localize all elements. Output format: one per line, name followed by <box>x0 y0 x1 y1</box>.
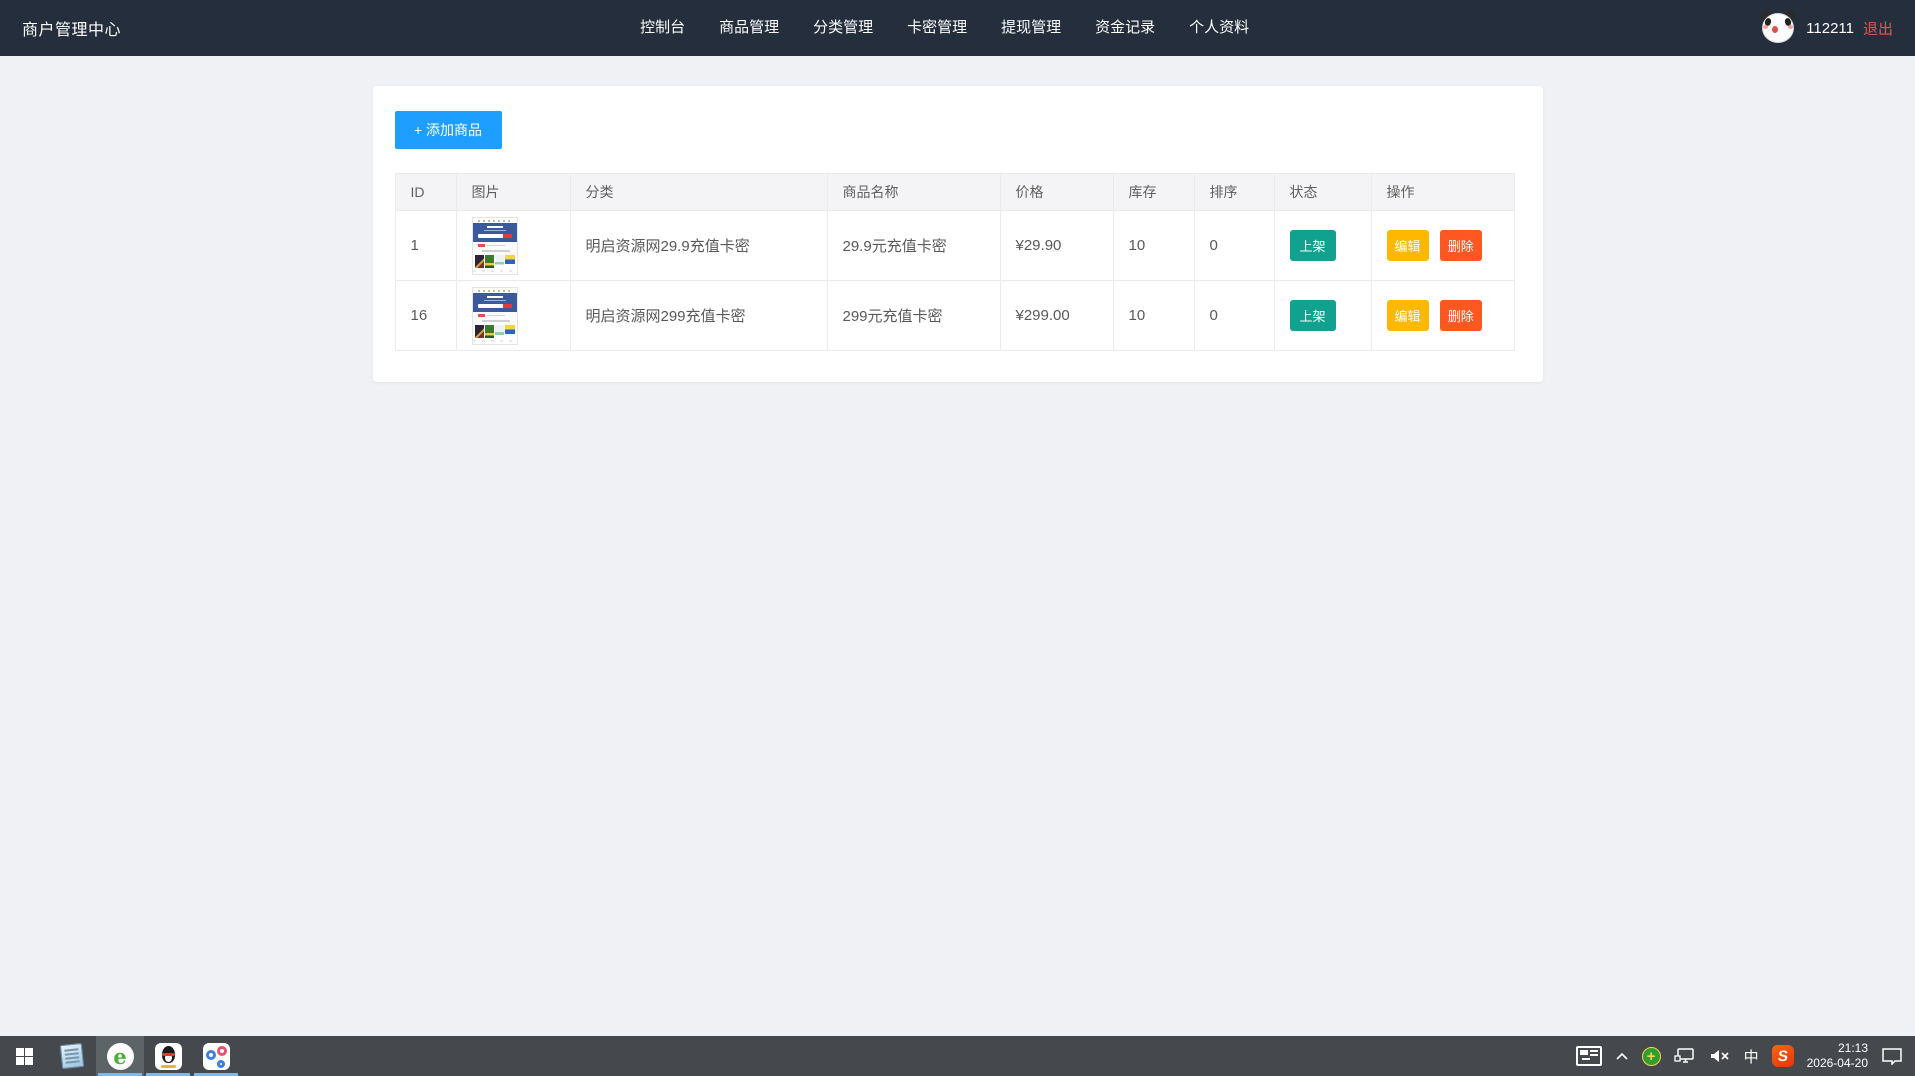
panda-avatar[interactable] <box>1759 9 1797 47</box>
col-price: 价格 <box>1000 174 1113 211</box>
cell-price: ¥29.90 <box>1000 211 1113 281</box>
cell-category: 明启资源网299充值卡密 <box>570 281 827 351</box>
main-nav: 控制台 商品管理 分类管理 卡密管理 提现管理 资金记录 个人资料 <box>623 0 1266 56</box>
col-id: ID <box>395 174 456 211</box>
cell-actions: 编辑 删除 <box>1371 281 1514 351</box>
cell-category: 明启资源网29.9充值卡密 <box>570 211 827 281</box>
chevron-up-icon[interactable] <box>1615 1051 1629 1061</box>
cell-image <box>456 211 570 281</box>
system-tray: + 中 S 21:13 2026-04-20 <box>1576 1036 1915 1076</box>
cell-stock: 10 <box>1113 211 1194 281</box>
product-site-thumbnail <box>472 287 518 345</box>
username: 112211 <box>1806 20 1854 37</box>
delete-button[interactable]: 删除 <box>1440 300 1482 331</box>
col-image: 图片 <box>456 174 570 211</box>
nav-item-dashboard[interactable]: 控制台 <box>623 0 702 56</box>
products-card: + 添加商品 ID 图片 分类 商品名称 价格 库存 排序 状态 操作 <box>373 86 1543 382</box>
app-circles-icon <box>203 1043 230 1070</box>
col-sort: 排序 <box>1194 174 1274 211</box>
nav-item-funds[interactable]: 资金记录 <box>1078 0 1172 56</box>
browser-360-icon: e <box>107 1043 134 1070</box>
cell-sort: 0 <box>1194 281 1274 351</box>
edit-button[interactable]: 编辑 <box>1387 300 1429 331</box>
top-navbar: 商户管理中心 控制台 商品管理 分类管理 卡密管理 提现管理 资金记录 个人资料… <box>0 0 1915 56</box>
taskbar-app-browser[interactable]: e <box>96 1036 144 1076</box>
col-actions: 操作 <box>1371 174 1514 211</box>
col-name: 商品名称 <box>827 174 1000 211</box>
page-body: + 添加商品 ID 图片 分类 商品名称 价格 库存 排序 状态 操作 <box>0 56 1915 382</box>
sogou-icon[interactable]: S <box>1772 1045 1794 1067</box>
table-row: 16 明启资源网299充值卡密 299元充值卡密 ¥299.00 10 <box>395 281 1514 351</box>
col-stock: 库存 <box>1113 174 1194 211</box>
cell-status: 上架 <box>1274 211 1371 281</box>
nav-item-profile[interactable]: 个人资料 <box>1172 0 1266 56</box>
nav-item-products[interactable]: 商品管理 <box>702 0 796 56</box>
cell-sort: 0 <box>1194 211 1274 281</box>
delete-button[interactable]: 删除 <box>1440 230 1482 261</box>
security-green-icon[interactable]: + <box>1642 1047 1661 1066</box>
start-button[interactable] <box>0 1036 48 1076</box>
cell-name: 29.9元充值卡密 <box>827 211 1000 281</box>
taskbar-app-circles[interactable] <box>192 1036 240 1076</box>
nav-item-withdraw[interactable]: 提现管理 <box>984 0 1078 56</box>
cell-name: 299元充值卡密 <box>827 281 1000 351</box>
notepad-icon <box>60 1043 84 1069</box>
clock-date: 2026-04-20 <box>1807 1056 1868 1071</box>
logout-link[interactable]: 退出 <box>1863 18 1893 39</box>
col-status: 状态 <box>1274 174 1371 211</box>
edit-button[interactable]: 编辑 <box>1387 230 1429 261</box>
products-table: ID 图片 分类 商品名称 价格 库存 排序 状态 操作 1 <box>395 173 1515 351</box>
app-title: 商户管理中心 <box>22 16 121 40</box>
ime-indicator[interactable]: 中 <box>1744 1046 1759 1067</box>
status-badge: 上架 <box>1290 230 1336 261</box>
volume-muted-icon[interactable] <box>1709 1048 1731 1064</box>
cell-id: 16 <box>395 281 456 351</box>
nav-item-categories[interactable]: 分类管理 <box>796 0 890 56</box>
col-category: 分类 <box>570 174 827 211</box>
cell-image <box>456 281 570 351</box>
user-area: 112211 退出 <box>1759 9 1893 47</box>
windows-taskbar: e + <box>0 1036 1915 1076</box>
table-row: 1 明启资源网29.9充值卡密 29.9元充值卡密 ¥29.90 10 <box>395 211 1514 281</box>
cell-stock: 10 <box>1113 281 1194 351</box>
windows-start-icon <box>16 1048 33 1065</box>
cell-status: 上架 <box>1274 281 1371 351</box>
taskbar-apps: e <box>0 1036 240 1076</box>
taskbar-app-qq[interactable] <box>144 1036 192 1076</box>
news-feed-icon[interactable] <box>1576 1046 1602 1066</box>
cell-price: ¥299.00 <box>1000 281 1113 351</box>
qq-icon <box>155 1043 182 1070</box>
cell-actions: 编辑 删除 <box>1371 211 1514 281</box>
table-header-row: ID 图片 分类 商品名称 价格 库存 排序 状态 操作 <box>395 174 1514 211</box>
cell-id: 1 <box>395 211 456 281</box>
add-product-button[interactable]: + 添加商品 <box>395 111 502 149</box>
clock[interactable]: 21:13 2026-04-20 <box>1807 1041 1868 1071</box>
status-badge: 上架 <box>1290 300 1336 331</box>
nav-item-cards[interactable]: 卡密管理 <box>890 0 984 56</box>
network-icon[interactable] <box>1674 1047 1696 1065</box>
taskbar-app-notepad[interactable] <box>48 1036 96 1076</box>
notification-icon[interactable] <box>1881 1047 1903 1065</box>
product-site-thumbnail <box>472 217 518 275</box>
clock-time: 21:13 <box>1807 1041 1868 1056</box>
